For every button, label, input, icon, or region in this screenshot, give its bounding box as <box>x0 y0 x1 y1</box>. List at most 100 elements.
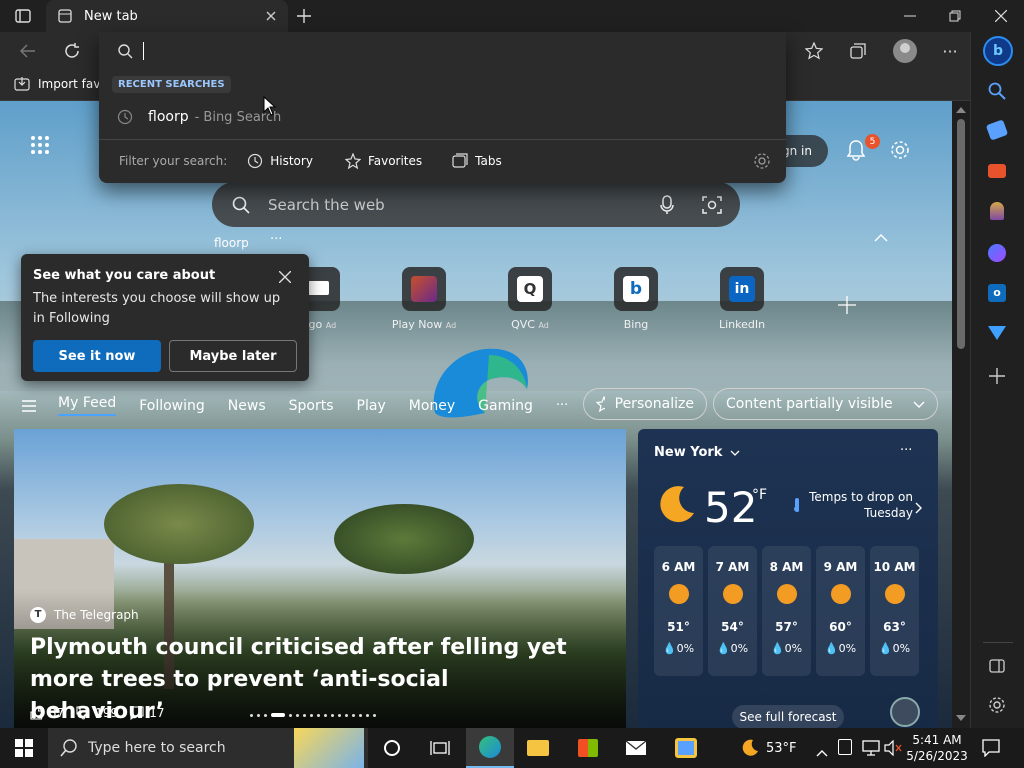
shopping-tag-icon[interactable] <box>985 119 1009 141</box>
minimize-button[interactable] <box>900 8 920 24</box>
weather-more-icon[interactable]: ··· <box>900 443 912 458</box>
profile-avatar[interactable] <box>893 39 917 63</box>
filter-settings-gear-icon[interactable] <box>753 152 771 174</box>
visual-search-icon[interactable] <box>702 195 722 215</box>
restore-button[interactable] <box>945 8 965 24</box>
chevron-right-icon[interactable] <box>915 499 922 518</box>
comment-icon[interactable] <box>130 706 144 720</box>
dislike-icon[interactable] <box>76 706 90 720</box>
page-scrollbar[interactable] <box>952 101 970 728</box>
refresh-icon[interactable] <box>62 41 82 61</box>
more-menu-icon[interactable]: ··· <box>940 41 960 61</box>
cortana-icon[interactable] <box>368 728 416 768</box>
close-tab-icon[interactable] <box>266 11 276 21</box>
nav-play[interactable]: Play <box>357 398 386 414</box>
new-tab-button[interactable] <box>294 6 314 26</box>
app-launcher-icon[interactable] <box>30 135 50 159</box>
filter-tabs-button[interactable]: Tabs <box>452 153 502 169</box>
nav-news[interactable]: News <box>228 398 266 414</box>
nav-more-icon[interactable]: ··· <box>556 398 568 413</box>
volume-muted-icon[interactable] <box>884 739 902 760</box>
weather-note[interactable]: Temps to drop on Tuesday <box>793 489 913 521</box>
visibility-label: Content partially visible <box>726 396 893 412</box>
collapse-chevron-icon[interactable] <box>874 227 888 246</box>
recent-searches-label: RECENT SEARCHES <box>112 76 231 93</box>
temp-unit: °F <box>752 487 768 503</box>
menu-hamburger-icon[interactable] <box>22 397 36 416</box>
favorite-star-icon[interactable] <box>804 41 824 61</box>
content-visibility-dropdown[interactable]: Content partially visible <box>713 388 938 420</box>
app-icon[interactable] <box>662 728 710 768</box>
taskbar-weather[interactable]: 53°F <box>740 728 797 768</box>
weather-card: New York ··· 52 °F Temps to drop on Tues… <box>638 429 938 728</box>
nav-gaming[interactable]: Gaming <box>478 398 533 414</box>
feedback-icon[interactable] <box>890 697 920 727</box>
nav-following[interactable]: Following <box>139 398 205 414</box>
hour-card[interactable]: 7 AM 54° 💧0% <box>708 546 757 676</box>
nav-sports[interactable]: Sports <box>289 398 334 414</box>
close-window-button[interactable] <box>991 8 1011 24</box>
tab-new-tab[interactable]: New tab <box>46 0 288 32</box>
like-count: 37 <box>49 706 65 720</box>
add-tile-icon[interactable] <box>838 296 856 318</box>
taskbar-clock[interactable]: 5:41 AM 5/26/2023 <box>906 732 968 764</box>
task-view-icon[interactable] <box>416 728 464 768</box>
import-favorites-button[interactable]: Import favo <box>14 76 108 92</box>
edge-taskbar-icon[interactable] <box>466 728 514 768</box>
settings-gear-icon[interactable] <box>889 139 911 165</box>
bing-chat-icon[interactable]: b <box>983 36 1013 66</box>
outlook-icon[interactable]: o <box>988 284 1006 302</box>
mail-icon[interactable] <box>612 728 660 768</box>
meet-now-icon[interactable] <box>838 739 852 755</box>
notifications-bell-icon[interactable] <box>845 139 867 165</box>
sidebar-layout-icon[interactable] <box>989 658 1005 677</box>
sidebar-add-icon[interactable] <box>989 368 1005 388</box>
recent-search-item[interactable]: floorp - Bing Search <box>99 100 786 134</box>
microsoft-365-icon[interactable] <box>988 244 1006 262</box>
new-tab-icon <box>58 9 72 23</box>
nav-my-feed[interactable]: My Feed <box>58 395 117 416</box>
tile-play-now[interactable] <box>402 267 446 311</box>
drop-icon[interactable] <box>988 326 1006 340</box>
tab-actions-icon[interactable] <box>14 8 32 24</box>
start-button[interactable] <box>0 728 48 768</box>
sidebar-search-icon[interactable] <box>988 82 1006 104</box>
microphone-icon[interactable] <box>660 194 674 215</box>
address-bar[interactable] <box>99 32 786 70</box>
filter-favorites-button[interactable]: Favorites <box>344 153 422 169</box>
web-search-box[interactable]: Search the web <box>212 182 740 227</box>
hour-card[interactable]: 10 AM 63° 💧0% <box>870 546 919 676</box>
maybe-later-button[interactable]: Maybe later <box>169 340 297 372</box>
back-arrow-icon[interactable] <box>18 42 38 60</box>
recent-more-icon[interactable]: ··· <box>270 232 282 247</box>
file-explorer-icon[interactable] <box>514 728 562 768</box>
store-icon[interactable] <box>564 728 612 768</box>
article-card[interactable]: T The Telegraph Plymouth council critici… <box>14 429 626 728</box>
tile-bing[interactable]: b <box>614 267 658 311</box>
popup-close-icon[interactable] <box>278 268 292 287</box>
nav-money[interactable]: Money <box>409 398 455 414</box>
see-full-forecast-link[interactable]: See full forecast <box>732 705 844 728</box>
recent-query-chip[interactable]: floorp <box>214 236 249 250</box>
hour-card[interactable]: 6 AM 51° 💧0% <box>654 546 703 676</box>
feed-nav: My Feed Following News Sports Play Money… <box>58 395 568 416</box>
sun-icon <box>722 584 743 604</box>
weather-location[interactable]: New York <box>654 445 740 460</box>
sidebar-settings-icon[interactable] <box>988 696 1006 718</box>
see-it-now-button[interactable]: See it now <box>33 340 161 372</box>
games-chess-icon[interactable] <box>990 202 1004 220</box>
notifications-center-icon[interactable] <box>982 739 1000 761</box>
hour-card[interactable]: 8 AM 57° 💧0% <box>762 546 811 676</box>
collections-icon[interactable] <box>848 41 868 61</box>
like-icon[interactable] <box>30 706 44 720</box>
hour-card[interactable]: 9 AM 60° 💧0% <box>816 546 865 676</box>
show-hidden-icons-chevron[interactable] <box>816 742 828 761</box>
carousel-dots[interactable] <box>250 713 376 717</box>
personalize-button[interactable]: Personalize <box>583 388 707 420</box>
network-icon[interactable] <box>862 740 880 760</box>
tools-briefcase-icon[interactable] <box>988 164 1006 178</box>
tile-qvc[interactable]: Q <box>508 267 552 311</box>
filter-history-button[interactable]: History <box>247 153 313 169</box>
taskbar-search-box[interactable]: Type here to search <box>48 728 368 768</box>
tile-linkedin[interactable]: in <box>720 267 764 311</box>
